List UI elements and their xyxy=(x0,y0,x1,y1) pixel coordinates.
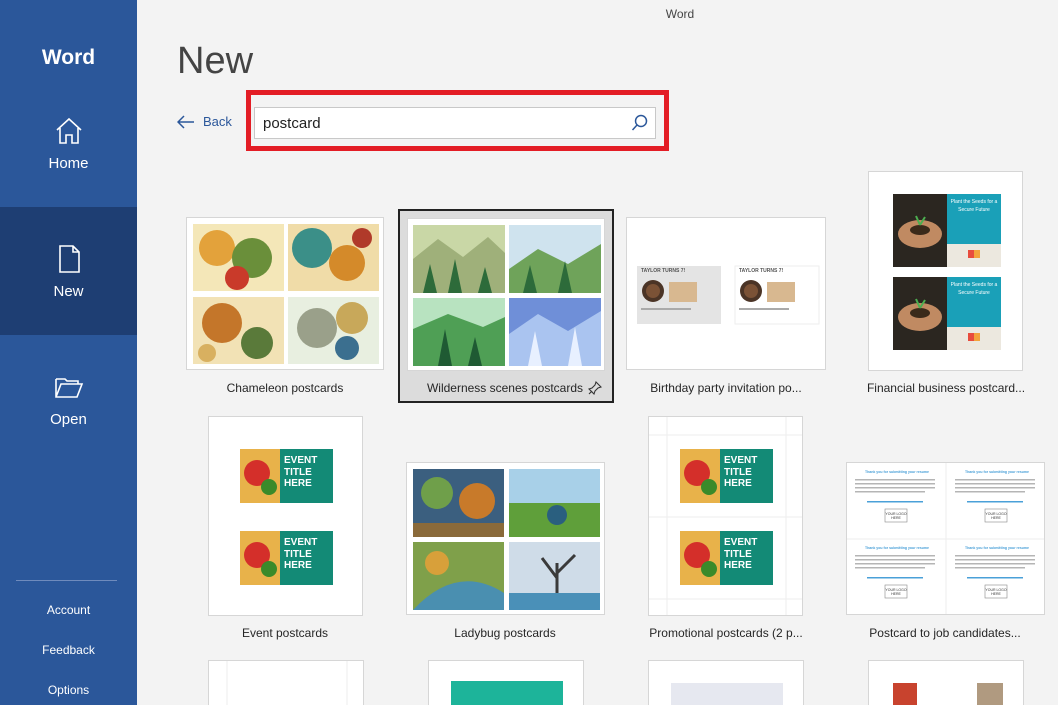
job-logo: YOUR LOGO HERE xyxy=(885,512,907,520)
app-name: Word xyxy=(41,46,96,69)
birthday-heading-2: TAYLOR TURNS 7! xyxy=(739,268,784,274)
new-document-icon xyxy=(58,244,80,273)
back-button[interactable]: Back xyxy=(177,114,232,129)
promo-title-text: EVENT TITLE HERE xyxy=(724,455,758,489)
event-title-text: EVENT TITLE HERE xyxy=(284,455,318,489)
event-title-text-2: EVENT TITLE HERE xyxy=(284,537,318,571)
template-row3-3[interactable] xyxy=(648,660,804,705)
template-thumbnail: EVENT TITLE HERE EVENT TITLE HERE xyxy=(208,416,363,616)
template-row3-1[interactable] xyxy=(208,660,364,705)
feedback-link[interactable]: Feedback xyxy=(0,643,137,657)
page-title: New xyxy=(177,40,254,82)
template-promotional-postcards[interactable]: EVENT TITLE HERE EVENT TITLE HERE Promot… xyxy=(642,410,810,645)
template-thumbnail xyxy=(648,660,804,705)
search-input[interactable] xyxy=(255,109,625,137)
job-logo-2: YOUR LOGO HERE xyxy=(985,512,1007,520)
back-label: Back xyxy=(203,114,232,129)
search-icon xyxy=(631,114,648,131)
job-logo-3: YOUR LOGO HERE xyxy=(885,588,907,596)
account-link[interactable]: Account xyxy=(0,603,137,617)
template-wilderness-scenes-postcards[interactable]: Wilderness scenes postcards xyxy=(398,209,614,403)
job-heading: Thank you for submitting your resume xyxy=(865,470,929,474)
job-heading-2: Thank you for submitting your resume xyxy=(965,470,1029,474)
template-row3-4[interactable] xyxy=(868,660,1024,705)
nav-new-label: New xyxy=(53,282,84,300)
sidebar: Word Home New Open Account Feedback Opti… xyxy=(0,0,137,705)
template-chameleon-postcards[interactable]: Chameleon postcards xyxy=(180,210,390,400)
nav-open-label: Open xyxy=(50,410,87,428)
template-thumbnail xyxy=(208,660,364,705)
job-logo-4: YOUR LOGO HERE xyxy=(985,588,1007,596)
template-name: Financial business postcard... xyxy=(866,381,1026,395)
template-name: Chameleon postcards xyxy=(226,381,344,395)
template-name: Event postcards xyxy=(241,626,329,640)
template-ladybug-postcards[interactable]: Ladybug postcards xyxy=(400,455,610,645)
template-event-postcards[interactable]: EVENT TITLE HERE EVENT TITLE HERE Event … xyxy=(200,410,370,645)
template-name: Wilderness scenes postcards xyxy=(426,381,584,395)
template-financial-business-postcard[interactable]: Plant the Seeds for a Secure Future Plan… xyxy=(862,165,1030,400)
folder-open-icon xyxy=(54,377,83,398)
options-link[interactable]: Options xyxy=(0,683,137,697)
template-thumbnail: Thank you for submitting your resume Tha… xyxy=(846,462,1045,615)
search-button[interactable] xyxy=(625,108,655,138)
template-thumbnail xyxy=(868,660,1024,705)
arrow-left-icon xyxy=(177,114,194,129)
template-name: Postcard to job candidates... xyxy=(869,626,1021,640)
template-birthday-party-invitation[interactable]: TAYLOR TURNS 7! TAYLOR TURNS 7! Birthday… xyxy=(620,210,832,400)
template-thumbnail xyxy=(407,218,605,371)
window-title: Word xyxy=(665,7,695,21)
template-name: Birthday party invitation po... xyxy=(650,381,802,395)
template-name: Promotional postcards (2 p... xyxy=(649,626,803,640)
job-heading-3: Thank you for submitting your resume xyxy=(865,546,929,550)
nav-home-label: Home xyxy=(48,154,89,172)
birthday-heading: TAYLOR TURNS 7! xyxy=(641,268,686,274)
template-name: Ladybug postcards xyxy=(454,626,556,640)
finance-headline-2: Plant the Seeds for a Secure Future xyxy=(950,282,998,296)
template-thumbnail: Plant the Seeds for a Secure Future Plan… xyxy=(868,171,1023,371)
finance-headline: Plant the Seeds for a Secure Future xyxy=(950,199,998,213)
template-thumbnail: EVENT TITLE HERE EVENT TITLE HERE xyxy=(648,416,803,616)
nav-open[interactable]: Open xyxy=(0,335,137,463)
home-icon xyxy=(55,117,82,144)
search-box xyxy=(254,107,656,139)
template-row3-2[interactable] xyxy=(428,660,584,705)
template-postcard-to-job-candidates[interactable]: Thank you for submitting your resume Tha… xyxy=(840,455,1050,645)
sidebar-divider xyxy=(16,580,117,581)
nav-home[interactable]: Home xyxy=(0,79,137,207)
template-thumbnail xyxy=(186,217,384,370)
nav-new[interactable]: New xyxy=(0,207,137,335)
template-thumbnail xyxy=(406,462,605,615)
pin-icon[interactable] xyxy=(588,381,602,395)
promo-title-text-2: EVENT TITLE HERE xyxy=(724,537,758,571)
template-thumbnail xyxy=(428,660,584,705)
template-thumbnail: TAYLOR TURNS 7! TAYLOR TURNS 7! xyxy=(626,217,826,370)
job-heading-4: Thank you for submitting your resume xyxy=(965,546,1029,550)
